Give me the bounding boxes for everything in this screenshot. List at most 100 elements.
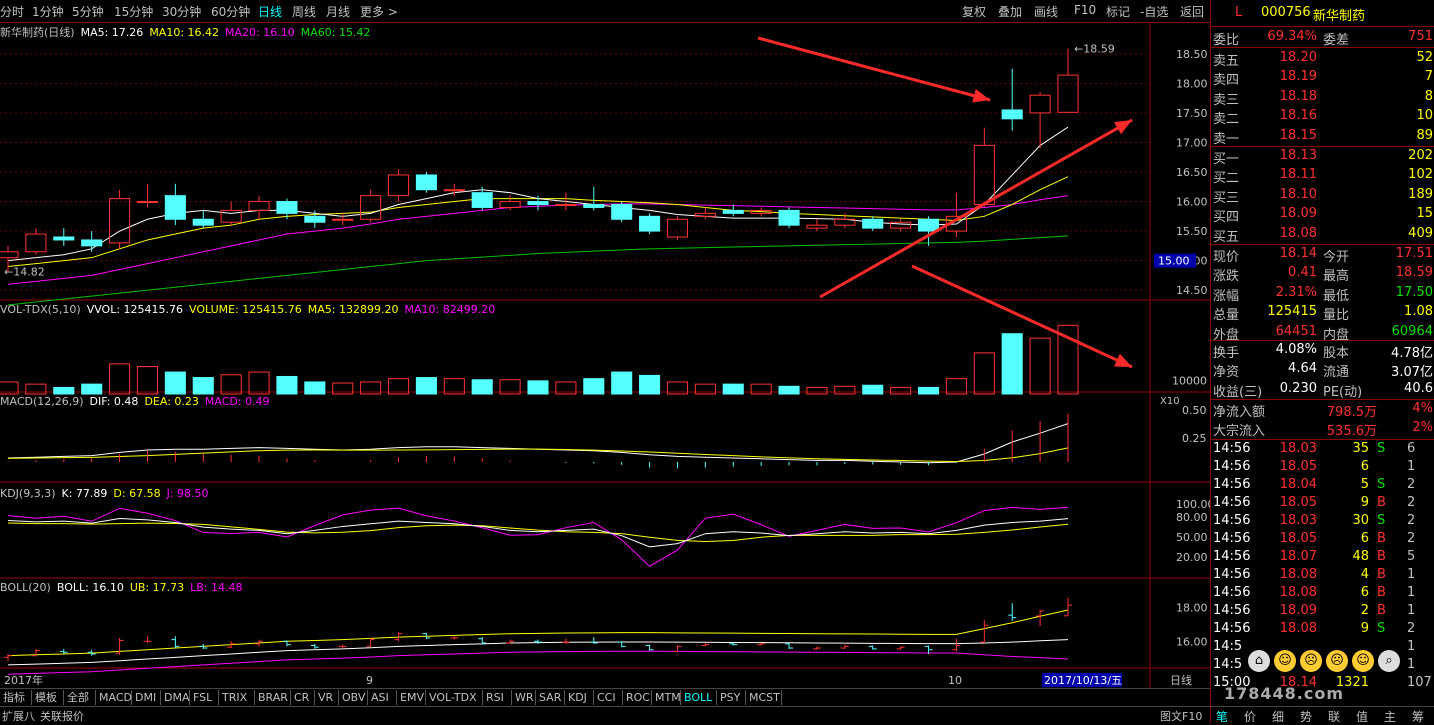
indicator-tab[interactable]: VR <box>315 690 339 705</box>
volume-bar <box>611 371 633 395</box>
toolbar-button[interactable]: F10 <box>1074 3 1096 17</box>
quote-tab[interactable]: 价 <box>1244 708 1256 725</box>
timeframe-tab[interactable]: 日线 <box>258 3 282 20</box>
cell: 17.51 <box>1395 246 1433 261</box>
expand-link[interactable]: 扩展八 <box>2 708 35 724</box>
emoji-icon[interactable]: ☹ <box>1300 650 1322 672</box>
toolbar-button[interactable]: -自选 <box>1140 3 1168 20</box>
indicator-tab[interactable]: 模板 <box>32 690 64 705</box>
toolbar-button[interactable]: 标记 <box>1106 3 1130 20</box>
candle[interactable] <box>806 219 828 232</box>
candle[interactable] <box>583 186 605 211</box>
indicator-tab[interactable]: CCI <box>594 690 623 705</box>
indicator-tab[interactable]: ROC <box>623 690 652 705</box>
candle[interactable] <box>611 201 633 223</box>
candle[interactable] <box>694 207 716 220</box>
quote-tab[interactable]: 联 <box>1328 708 1340 725</box>
indicator-tab[interactable]: MCST <box>746 690 782 705</box>
emoji-icon[interactable]: ☺ <box>1352 650 1374 672</box>
timeframe-tab[interactable]: 15分钟 <box>114 3 153 20</box>
timeframe-tab[interactable]: 周线 <box>292 3 316 20</box>
indicator-tab[interactable]: KDJ <box>565 690 594 705</box>
candle[interactable] <box>136 183 159 208</box>
indicator-tab[interactable]: FSL <box>190 690 219 705</box>
indicator-tab[interactable]: DMI <box>132 690 161 705</box>
quote-tab[interactable]: 值 <box>1356 708 1368 725</box>
candle[interactable] <box>164 183 186 226</box>
indicator-tab[interactable]: VOL-TDX <box>426 690 483 705</box>
cell: 18.05 <box>1279 459 1317 474</box>
search-icon[interactable]: ⌕ <box>1378 650 1400 672</box>
candle[interactable] <box>25 228 47 255</box>
cell: 18.19 <box>1279 69 1317 85</box>
indicator-tab[interactable]: DMA <box>161 690 190 705</box>
candle[interactable] <box>81 231 103 252</box>
f10-link[interactable]: 图文F10 <box>1160 708 1202 724</box>
indicator-tab[interactable]: EMV <box>397 690 426 705</box>
candle[interactable] <box>555 192 577 211</box>
candle[interactable] <box>666 216 689 240</box>
ask-row: 卖二 18.16 10 <box>1211 107 1434 127</box>
candle[interactable] <box>109 189 131 249</box>
flow-row: 净流入额 798.5万 4% <box>1211 400 1434 420</box>
flow-row: 大宗流入 535.6万 2% <box>1211 419 1434 440</box>
indicator-tab[interactable]: CR <box>291 690 315 705</box>
indicator-tab[interactable]: BOLL <box>681 690 717 705</box>
indicator-tab[interactable]: RSI <box>483 690 512 705</box>
indicator-tab[interactable]: BRAR <box>255 690 291 705</box>
cell: 大宗流入 <box>1213 424 1266 440</box>
toolbar-button[interactable]: 画线 <box>1034 3 1058 20</box>
quote-tab[interactable]: 笔 <box>1216 708 1228 725</box>
candle[interactable] <box>862 216 884 232</box>
toolbar-button[interactable]: 返回 <box>1180 3 1204 20</box>
cell: 买四 <box>1213 210 1240 226</box>
home-icon[interactable]: ⌂ <box>1248 650 1270 672</box>
indicator-tab[interactable]: MACD <box>96 690 132 705</box>
cell: 7 <box>1424 69 1433 85</box>
quote-tab[interactable]: 细 <box>1272 708 1284 725</box>
emoji-icon[interactable]: ☺ <box>1274 650 1296 672</box>
indicator-tab[interactable]: TRIX <box>219 690 255 705</box>
indicator-tab[interactable]: MTM <box>652 690 681 705</box>
indicator-tab[interactable]: 全部 <box>64 690 96 705</box>
candle[interactable] <box>1057 48 1079 113</box>
cell: 新华制药 <box>1313 9 1366 24</box>
toolbar-button[interactable]: 复权 <box>962 3 986 20</box>
candle[interactable] <box>1029 92 1051 149</box>
indicator-tab[interactable]: OBV <box>339 690 368 705</box>
timeframe-tab[interactable]: 更多 > <box>360 3 398 20</box>
cell: 6 <box>1360 585 1369 600</box>
timeframe-tab[interactable]: 30分钟 <box>162 3 201 20</box>
timeframe-tab[interactable]: 1分钟 <box>32 3 64 20</box>
toolbar-button[interactable]: 叠加 <box>998 3 1022 20</box>
indicator-tab[interactable]: SAR <box>536 690 565 705</box>
emoji-icon[interactable]: ☹ <box>1326 650 1348 672</box>
candle[interactable] <box>415 172 437 193</box>
cell: 4.64 <box>1288 361 1317 377</box>
candle[interactable] <box>192 210 214 229</box>
indicator-tab[interactable]: ASI <box>368 690 397 705</box>
quote-tab[interactable]: 主 <box>1384 708 1396 725</box>
candle[interactable] <box>387 169 410 202</box>
related-quote-link[interactable]: 关联报价 <box>40 708 84 724</box>
quote-tab[interactable]: 势 <box>1300 708 1312 725</box>
candle[interactable] <box>527 195 549 211</box>
indicator-tab[interactable]: WR <box>512 690 536 705</box>
candle[interactable] <box>1001 68 1023 131</box>
quote-tab[interactable]: 筹 <box>1412 708 1424 725</box>
candle[interactable] <box>360 189 382 223</box>
candle[interactable] <box>778 207 800 229</box>
candle[interactable] <box>973 127 995 208</box>
indicator-tab[interactable]: 指标 <box>0 690 32 705</box>
candle[interactable] <box>248 195 270 220</box>
timeframe-tab[interactable]: 分时 <box>0 3 24 20</box>
timeframe-tab[interactable]: 60分钟 <box>211 3 250 20</box>
candle[interactable] <box>890 219 912 232</box>
cell: PE(动) <box>1323 384 1363 400</box>
timeframe-tab[interactable]: 月线 <box>326 3 350 20</box>
timeframe-tab[interactable]: 5分钟 <box>72 3 104 20</box>
cell: 2% <box>1412 420 1433 436</box>
indicator-tab[interactable]: PSY <box>717 690 746 705</box>
cell: 卖一 <box>1213 131 1240 147</box>
candle[interactable] <box>639 213 661 235</box>
